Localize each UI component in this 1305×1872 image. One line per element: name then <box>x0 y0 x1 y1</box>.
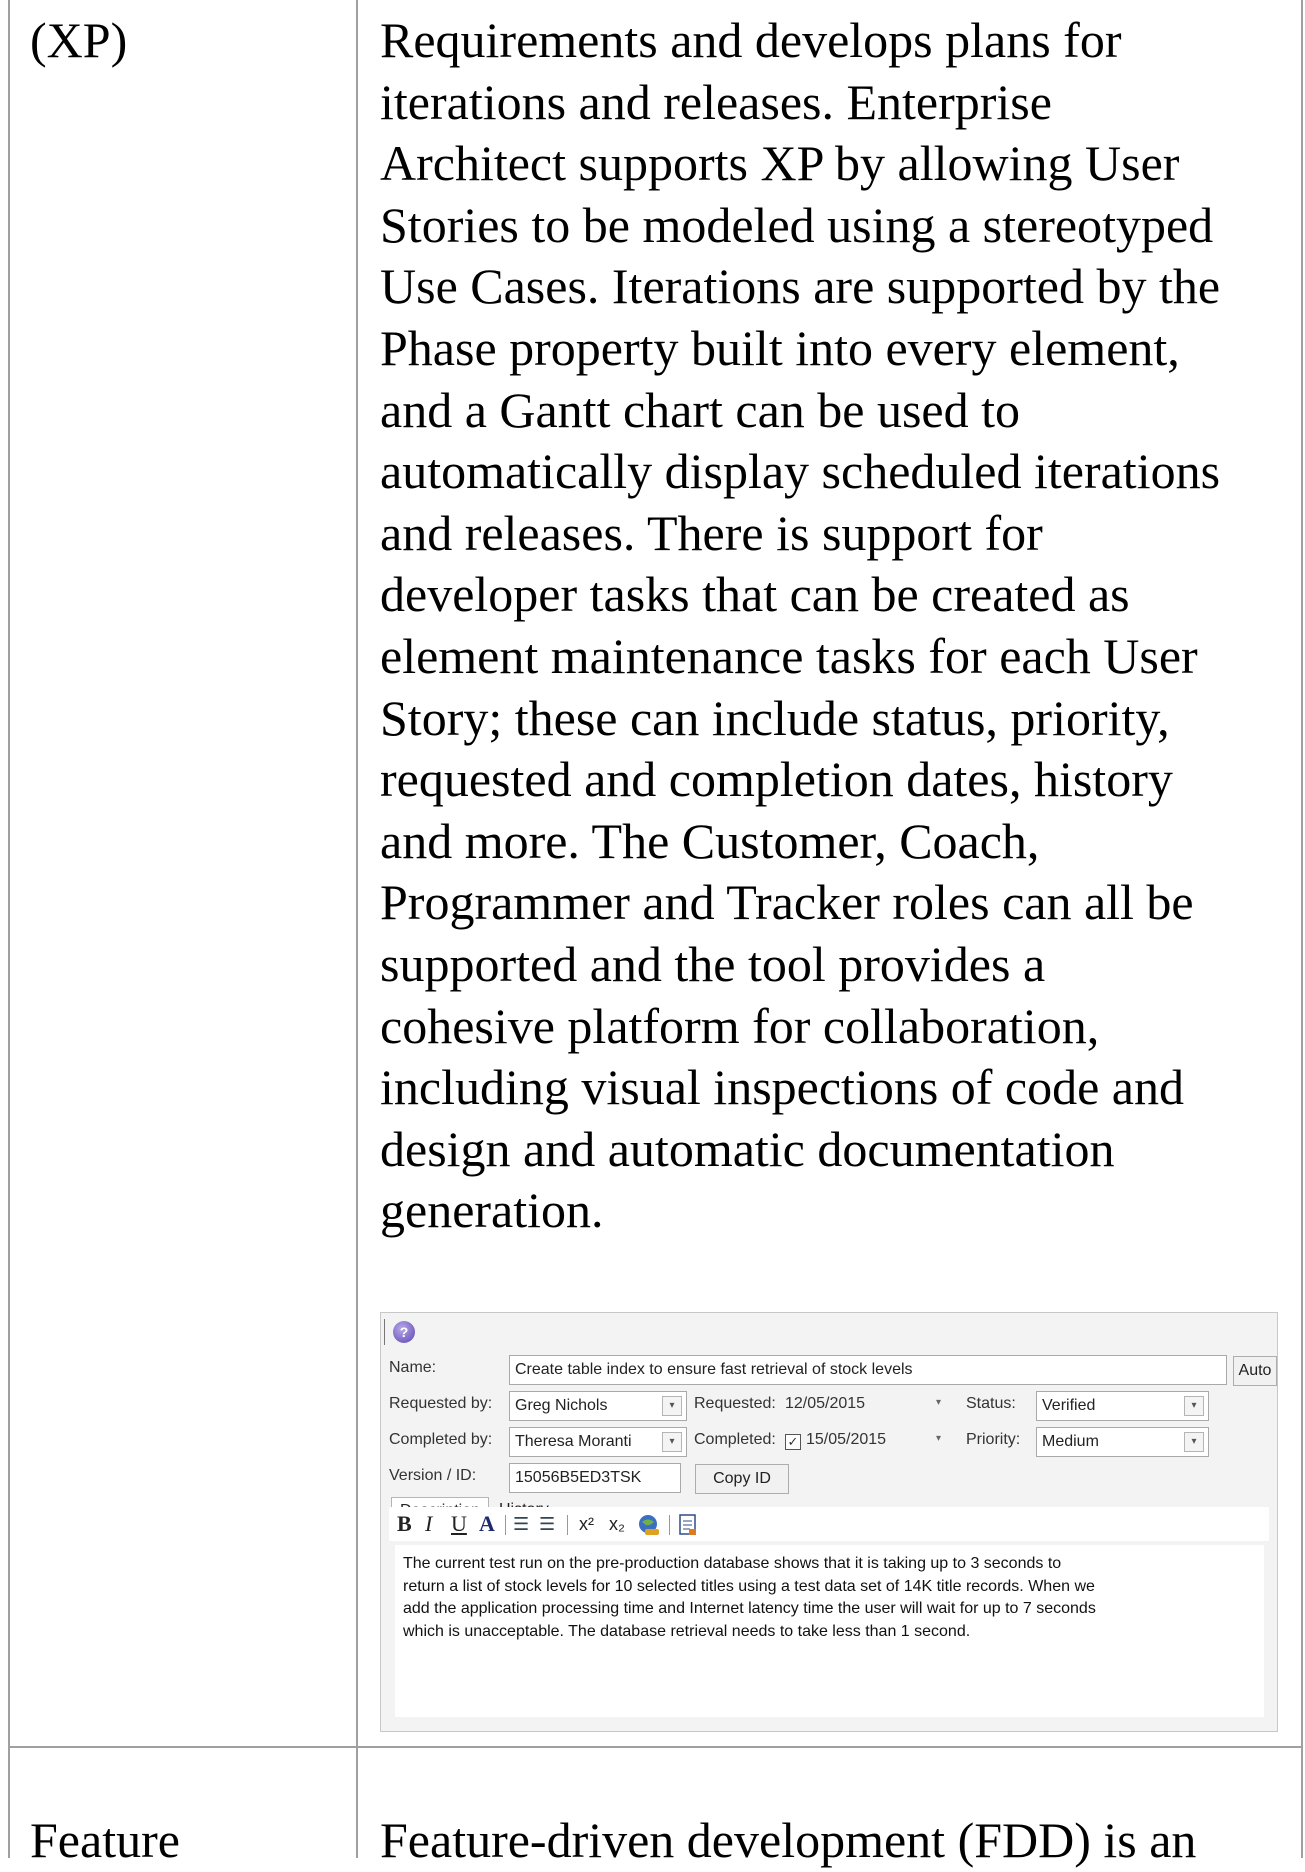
priority-value: Medium <box>1042 1433 1099 1450</box>
name-label: Name: <box>389 1359 437 1376</box>
requested-label: Requested: <box>694 1395 776 1412</box>
paragraph-line: cohesive platform for collaboration, <box>380 997 1100 1054</box>
status-value: Verified <box>1042 1397 1096 1414</box>
paragraph-line: requested and completion dates, history <box>380 751 1173 808</box>
paragraph-line: supported and the tool provides a <box>380 935 1046 992</box>
paragraph-line: Requirements and develops plans for <box>380 12 1122 68</box>
table-column-divider <box>356 0 358 1858</box>
requested-by-select[interactable]: Greg Nichols ▾ <box>509 1391 687 1421</box>
paragraph-line: developer tasks that can be created as <box>380 566 1130 623</box>
toolbar-grip <box>384 1319 385 1345</box>
paragraph-line: design and automatic documentation <box>380 1120 1115 1177</box>
toolbar-separator <box>567 1515 568 1535</box>
bold-button[interactable]: B <box>397 1511 412 1537</box>
date-dropdown-icon[interactable]: ▾ <box>936 1433 941 1444</box>
document-icon[interactable] <box>677 1513 699 1543</box>
chevron-down-icon[interactable]: ▾ <box>662 1432 682 1452</box>
table-right-border <box>1301 0 1303 1858</box>
bullet-list-button[interactable]: ☰ <box>513 1511 529 1537</box>
paragraph-line: and releases. There is support for <box>380 504 1043 561</box>
paragraph-line: Story; these can include status, priorit… <box>380 689 1170 746</box>
underline-button[interactable]: U <box>451 1511 467 1537</box>
priority-label: Priority: <box>966 1431 1021 1448</box>
paragraph-line: automatically display scheduled iteratio… <box>380 443 1221 500</box>
requested-date[interactable]: 12/05/2015 <box>785 1395 865 1413</box>
name-field[interactable]: Create table index to ensure fast retrie… <box>509 1355 1227 1385</box>
requested-by-label: Requested by: <box>389 1395 493 1412</box>
version-id-field[interactable]: 15056B5ED3TSK <box>509 1463 681 1493</box>
paragraph-line: Stories to be modeled using a stereotype… <box>380 196 1214 253</box>
table-row-divider <box>8 1746 1303 1748</box>
auto-button[interactable]: Auto <box>1233 1356 1277 1386</box>
xp-description-paragraph: Requirements and develops plans for iter… <box>380 10 1300 1242</box>
chevron-down-icon[interactable]: ▾ <box>1184 1396 1204 1416</box>
completed-label: Completed: <box>694 1431 776 1448</box>
requested-by-value: Greg Nichols <box>515 1397 608 1414</box>
paragraph-line: Architect supports XP by allowing User <box>380 135 1180 192</box>
chevron-down-icon[interactable]: ▾ <box>662 1396 682 1416</box>
description-line: which is unacceptable. The database retr… <box>403 1622 971 1640</box>
status-select[interactable]: Verified ▾ <box>1036 1391 1209 1421</box>
version-label: Version / ID: <box>389 1467 477 1484</box>
font-color-button[interactable]: A <box>479 1511 495 1537</box>
hyperlink-icon[interactable] <box>637 1513 661 1543</box>
formatting-toolbar: B I U A ☰ ☰ x² x₂ <box>389 1507 1269 1541</box>
description-line: The current test run on the pre-producti… <box>403 1555 1062 1572</box>
row-label-xp: (XP) <box>30 12 128 68</box>
completed-by-value: Theresa Moranti <box>515 1433 632 1450</box>
chevron-down-icon[interactable]: ▾ <box>1184 1432 1204 1452</box>
paragraph-line: element maintenance tasks for each User <box>380 627 1198 684</box>
paragraph-line: and more. The Customer, Coach, <box>380 812 1040 869</box>
fdd-description-first-line: Feature-driven development (FDD) is an <box>380 1812 1197 1868</box>
completed-by-select[interactable]: Theresa Moranti ▾ <box>509 1427 687 1457</box>
description-textarea[interactable]: The current test run on the pre-producti… <box>395 1545 1264 1717</box>
description-line: add the application processing time and … <box>403 1600 1096 1617</box>
superscript-button[interactable]: x² <box>579 1511 594 1537</box>
help-icon[interactable]: ? <box>393 1321 415 1343</box>
row-label-feature: Feature <box>30 1812 180 1868</box>
status-label: Status: <box>966 1395 1016 1412</box>
toolbar-separator <box>505 1515 506 1535</box>
completed-checkbox[interactable]: ✓ <box>785 1434 801 1450</box>
completed-date: 15/05/2015 <box>806 1431 887 1448</box>
date-dropdown-icon[interactable]: ▾ <box>936 1397 941 1408</box>
paragraph-line: Use Cases. Iterations are supported by t… <box>380 258 1221 315</box>
task-dialog-screenshot: ? Name: Create table index to ensure fas… <box>380 1312 1278 1732</box>
subscript-button[interactable]: x₂ <box>609 1511 625 1537</box>
italic-button[interactable]: I <box>425 1511 432 1537</box>
paragraph-line: generation. <box>380 1182 604 1239</box>
priority-select[interactable]: Medium ▾ <box>1036 1427 1209 1457</box>
toolbar-separator <box>669 1515 670 1535</box>
paragraph-line: including visual inspections of code and <box>380 1059 1185 1116</box>
completed-by-label: Completed by: <box>389 1431 493 1448</box>
description-line: return a list of stock levels for 10 sel… <box>403 1577 1095 1595</box>
completed-date-field[interactable]: ✓ 15/05/2015 <box>785 1431 886 1450</box>
paragraph-line: iterations and releases. Enterprise <box>380 73 1052 130</box>
numbered-list-button[interactable]: ☰ <box>539 1511 555 1537</box>
paragraph-line: Programmer and Tracker roles can all be <box>380 874 1194 931</box>
copy-id-button[interactable]: Copy ID <box>695 1464 789 1494</box>
table-left-border <box>8 0 10 1858</box>
paragraph-line: and a Gantt chart can be used to <box>380 381 1021 438</box>
paragraph-line: Phase property built into every element, <box>380 319 1180 376</box>
